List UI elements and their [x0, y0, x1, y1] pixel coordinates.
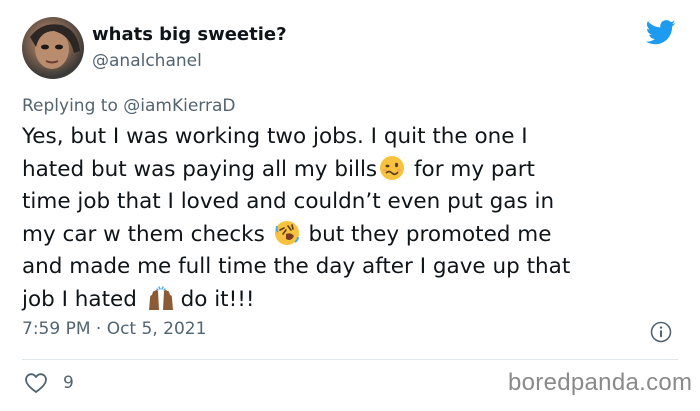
divider — [22, 359, 678, 360]
tweet-text-segment: and made me full time the day after I ga… — [22, 254, 571, 279]
tweet-text-segment: for my part — [413, 156, 535, 182]
heart-icon[interactable] — [24, 372, 48, 394]
tweet-line: time job that I loved and couldn’t even … — [22, 186, 682, 219]
user-handle[interactable]: @analchanel — [92, 51, 202, 71]
twitter-bird-icon[interactable] — [646, 20, 676, 45]
tweet-text-segment: my car w them checks — [22, 221, 265, 247]
info-icon[interactable] — [650, 321, 672, 343]
tweet-line: job I hated do it!!! — [22, 284, 682, 317]
tweet-line: Yes, but I was working two jobs. I quit … — [22, 121, 682, 154]
reply-mention-link[interactable]: @iamKierraD — [123, 96, 235, 116]
avatar-image — [30, 24, 80, 69]
tweet-text-segment: Yes, but I was working two jobs. I quit … — [22, 124, 528, 149]
rolling-on-floor-laughing-emoji — [274, 220, 300, 246]
display-name[interactable]: whats big sweetie? — [92, 24, 287, 45]
like-count: 9 — [63, 373, 74, 393]
tweet-line: my car w them checks but they promoted m… — [22, 219, 682, 252]
tweet-text-segment: do it!!! — [180, 286, 255, 312]
tweet-text: Yes, but I was working two jobs. I quit … — [22, 121, 682, 316]
tweet-line: and made me full time the day after I ga… — [22, 251, 682, 284]
replying-to: Replying to @iamKierraD — [22, 96, 235, 116]
replying-to-label: Replying to — [22, 96, 118, 116]
tweet-text-segment: time job that I loved and couldn’t even … — [22, 189, 555, 214]
tweet-line: hated but was paying all my bills for my… — [22, 154, 682, 187]
avatar[interactable] — [22, 17, 84, 79]
tweet-text-segment: job I hated — [22, 286, 137, 312]
watermark-logo: boredpanda.com — [508, 369, 693, 396]
tweet-text-segment: hated but was paying all my bills — [22, 156, 378, 182]
tweet-timestamp[interactable]: 7:59 PM · Oct 5, 2021 — [22, 319, 206, 339]
woozy-face-emoji — [379, 155, 405, 181]
raising-hands-emoji — [146, 285, 173, 311]
tweet-text-segment: but they promoted me — [308, 221, 552, 247]
